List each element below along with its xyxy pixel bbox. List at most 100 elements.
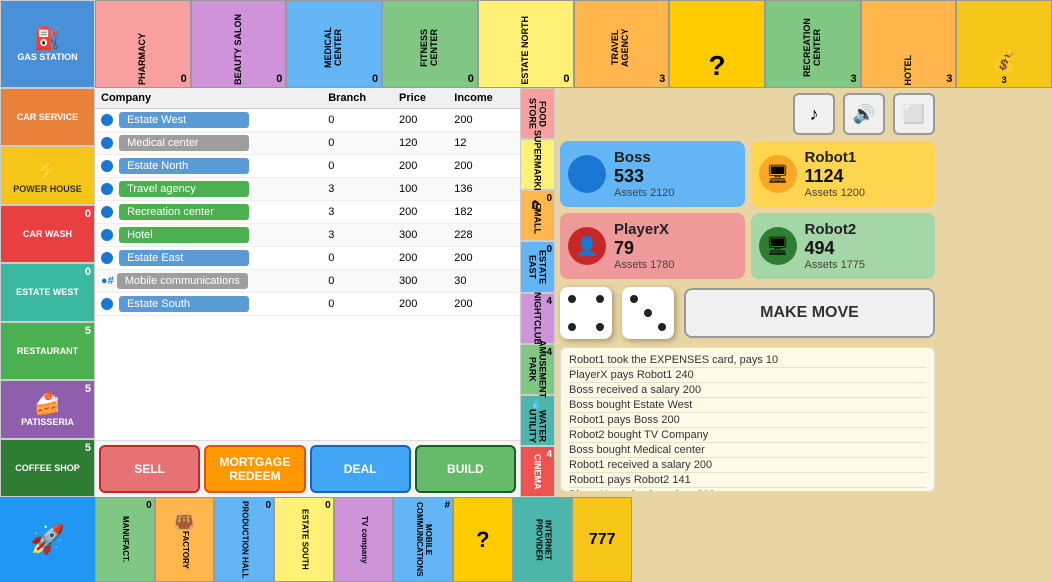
estate-north-num: 0 (563, 73, 569, 85)
income-cell: 200 (448, 155, 520, 178)
mortgage-button[interactable]: MORTGAGEREDEEM (204, 445, 305, 493)
robot2-info: Robot2 494 Assets 1775 (805, 221, 866, 271)
far-right-panel: ♪ 🔊 ⬜ 👤 Boss 533 Assets 2120 (555, 88, 940, 497)
estateeast-num: 0 (546, 244, 552, 255)
sell-button[interactable]: SELL (99, 445, 200, 493)
dice-area: MAKE MOVE (560, 287, 935, 339)
beauty-num: 0 (276, 73, 282, 85)
dot-icon (101, 206, 113, 218)
pharmacy-label: PHARMACY (138, 33, 148, 85)
table-row[interactable]: Medical center 0 120 12 (95, 132, 520, 155)
table-row[interactable]: Estate East 0 200 200 (95, 247, 520, 270)
deal-button[interactable]: DEAL (310, 445, 411, 493)
bc-manufact-num: 0 (146, 500, 152, 511)
main-area: CAR SERVICE ⚡ POWER HOUSE 0 CAR WASH 0 E… (0, 88, 1052, 497)
robot2-avatar-icon: 🖥 (766, 236, 789, 257)
income-cell: 228 (448, 224, 520, 247)
robot1-assets: Assets 1200 (805, 187, 866, 199)
log-entry: Robot2 bought TV Company (569, 428, 926, 443)
col-income: Income (448, 88, 520, 109)
income-cell: 200 (448, 247, 520, 270)
action-buttons: SELL MORTGAGEREDEEM DEAL BUILD (95, 440, 520, 497)
table-row[interactable]: Hotel 3 300 228 (95, 224, 520, 247)
playerx-info: PlayerX 79 Assets 1780 (614, 221, 675, 271)
playerx-money: 79 (614, 238, 675, 259)
sound-button[interactable]: 🔊 (843, 93, 885, 135)
branch-cell: 0 (322, 293, 393, 316)
gas-station-icon: ⛽ (34, 26, 61, 52)
top-money-cell: 💰 3 (956, 0, 1052, 88)
hash-icon: ●# (101, 275, 114, 287)
price-cell: 200 (393, 247, 448, 270)
bc-factory: 👜 FACTORY (155, 497, 215, 582)
table-row[interactable]: Estate West 0 200 200 (95, 109, 520, 132)
top-money-label: 3 (1002, 75, 1007, 85)
top-bar: ⛽ GAS STATION 0 PHARMACY 0 BEAUTY SALON … (0, 0, 1052, 88)
company-name: Recreation center (119, 204, 249, 220)
company-cell: Recreation center (95, 201, 322, 224)
beauty-label: BEAUTY SALON (234, 14, 244, 85)
table-row[interactable]: ●# Mobile communications 0 300 30 (95, 270, 520, 293)
robot1-avatar: 🖥 (759, 155, 797, 193)
boss-money: 533 (614, 166, 675, 187)
carwash-label: CAR WASH (23, 229, 72, 239)
table-row[interactable]: Recreation center 3 200 182 (95, 201, 520, 224)
properties-table: Company Branch Price Income Estate West … (95, 88, 520, 316)
money-icon: 💰 (990, 49, 1017, 75)
cinema-label: CINEMA (533, 454, 543, 490)
robot1-money: 1124 (805, 166, 866, 187)
rs-supermarket: SUPERMARKET (520, 139, 555, 190)
branch-cell: 3 (322, 201, 393, 224)
question-mark: ? (709, 50, 726, 82)
exit-button[interactable]: ⬜ (893, 93, 935, 135)
left-cell-restaurant: 5 RESTAURANT (0, 322, 95, 380)
bc-factory-label: FACTORY (180, 531, 189, 569)
company-name: Travel agency (119, 181, 249, 197)
fitness-label: FITNESS CENTER (420, 10, 440, 85)
build-button[interactable]: BUILD (415, 445, 516, 493)
top-controls: ♪ 🔊 ⬜ (560, 93, 935, 135)
dot-icon (101, 160, 113, 172)
company-name: Estate North (119, 158, 249, 174)
left-cell-estatewest: 0 ESTATE WEST (0, 263, 95, 321)
hotel-num: 3 (946, 73, 952, 85)
table-row[interactable]: Estate South 0 200 200 (95, 293, 520, 316)
exit-icon: ⬜ (903, 104, 925, 125)
price-cell: 200 (393, 201, 448, 224)
table-row[interactable]: Travel agency 3 100 136 (95, 178, 520, 201)
estatewest-num: 0 (85, 266, 91, 278)
robot2-name: Robot2 (805, 221, 866, 238)
hotel-label: HOTEL (904, 55, 914, 86)
boss-name: Boss (614, 149, 675, 166)
center-panel: Company Branch Price Income Estate West … (95, 88, 520, 497)
sound-icon: 🔊 (853, 104, 875, 125)
water-label: WATER UTILITY (528, 409, 548, 443)
bc-estatesouth-label: ESTATE SOUTH (299, 509, 308, 570)
lightning-icon: ⚡ (34, 158, 61, 184)
log-panel: Robot1 took the EXPENSES card, pays 10Pl… (560, 347, 935, 492)
boss-avatar-icon: 👤 (576, 164, 598, 185)
bc-tvcompany-label: TV company (359, 516, 368, 564)
music-button[interactable]: ♪ (793, 93, 835, 135)
travel-num: 3 (659, 73, 665, 85)
log-entry: PlayerX received a salary 200 (569, 488, 926, 492)
medical-num: 0 (372, 73, 378, 85)
top-cell-recreation: 3 RECREATION CENTER (765, 0, 861, 88)
income-cell: 200 (448, 109, 520, 132)
company-table: Company Branch Price Income Estate West … (95, 88, 520, 440)
coffeeshop-num: 5 (85, 442, 91, 454)
table-row[interactable]: Estate North 0 200 200 (95, 155, 520, 178)
rs-nightclub: 4 NIGHTCLUB (520, 293, 555, 344)
rs-amusement: 4 AMUSEMENT PARK (520, 344, 555, 395)
company-cell: ●# Mobile communications (95, 270, 322, 293)
robot1-info: Robot1 1124 Assets 1200 (805, 149, 866, 199)
price-cell: 200 (393, 155, 448, 178)
make-move-button[interactable]: MAKE MOVE (684, 288, 935, 338)
nightclub-label: NIGHTCLUB (533, 292, 543, 345)
dice-1 (560, 287, 612, 339)
bc-tvcompany: TV company (334, 497, 394, 582)
patisseria-num: 5 (85, 383, 91, 395)
price-cell: 300 (393, 224, 448, 247)
playerx-assets: Assets 1780 (614, 259, 675, 271)
bc-production-num: 0 (265, 500, 271, 511)
